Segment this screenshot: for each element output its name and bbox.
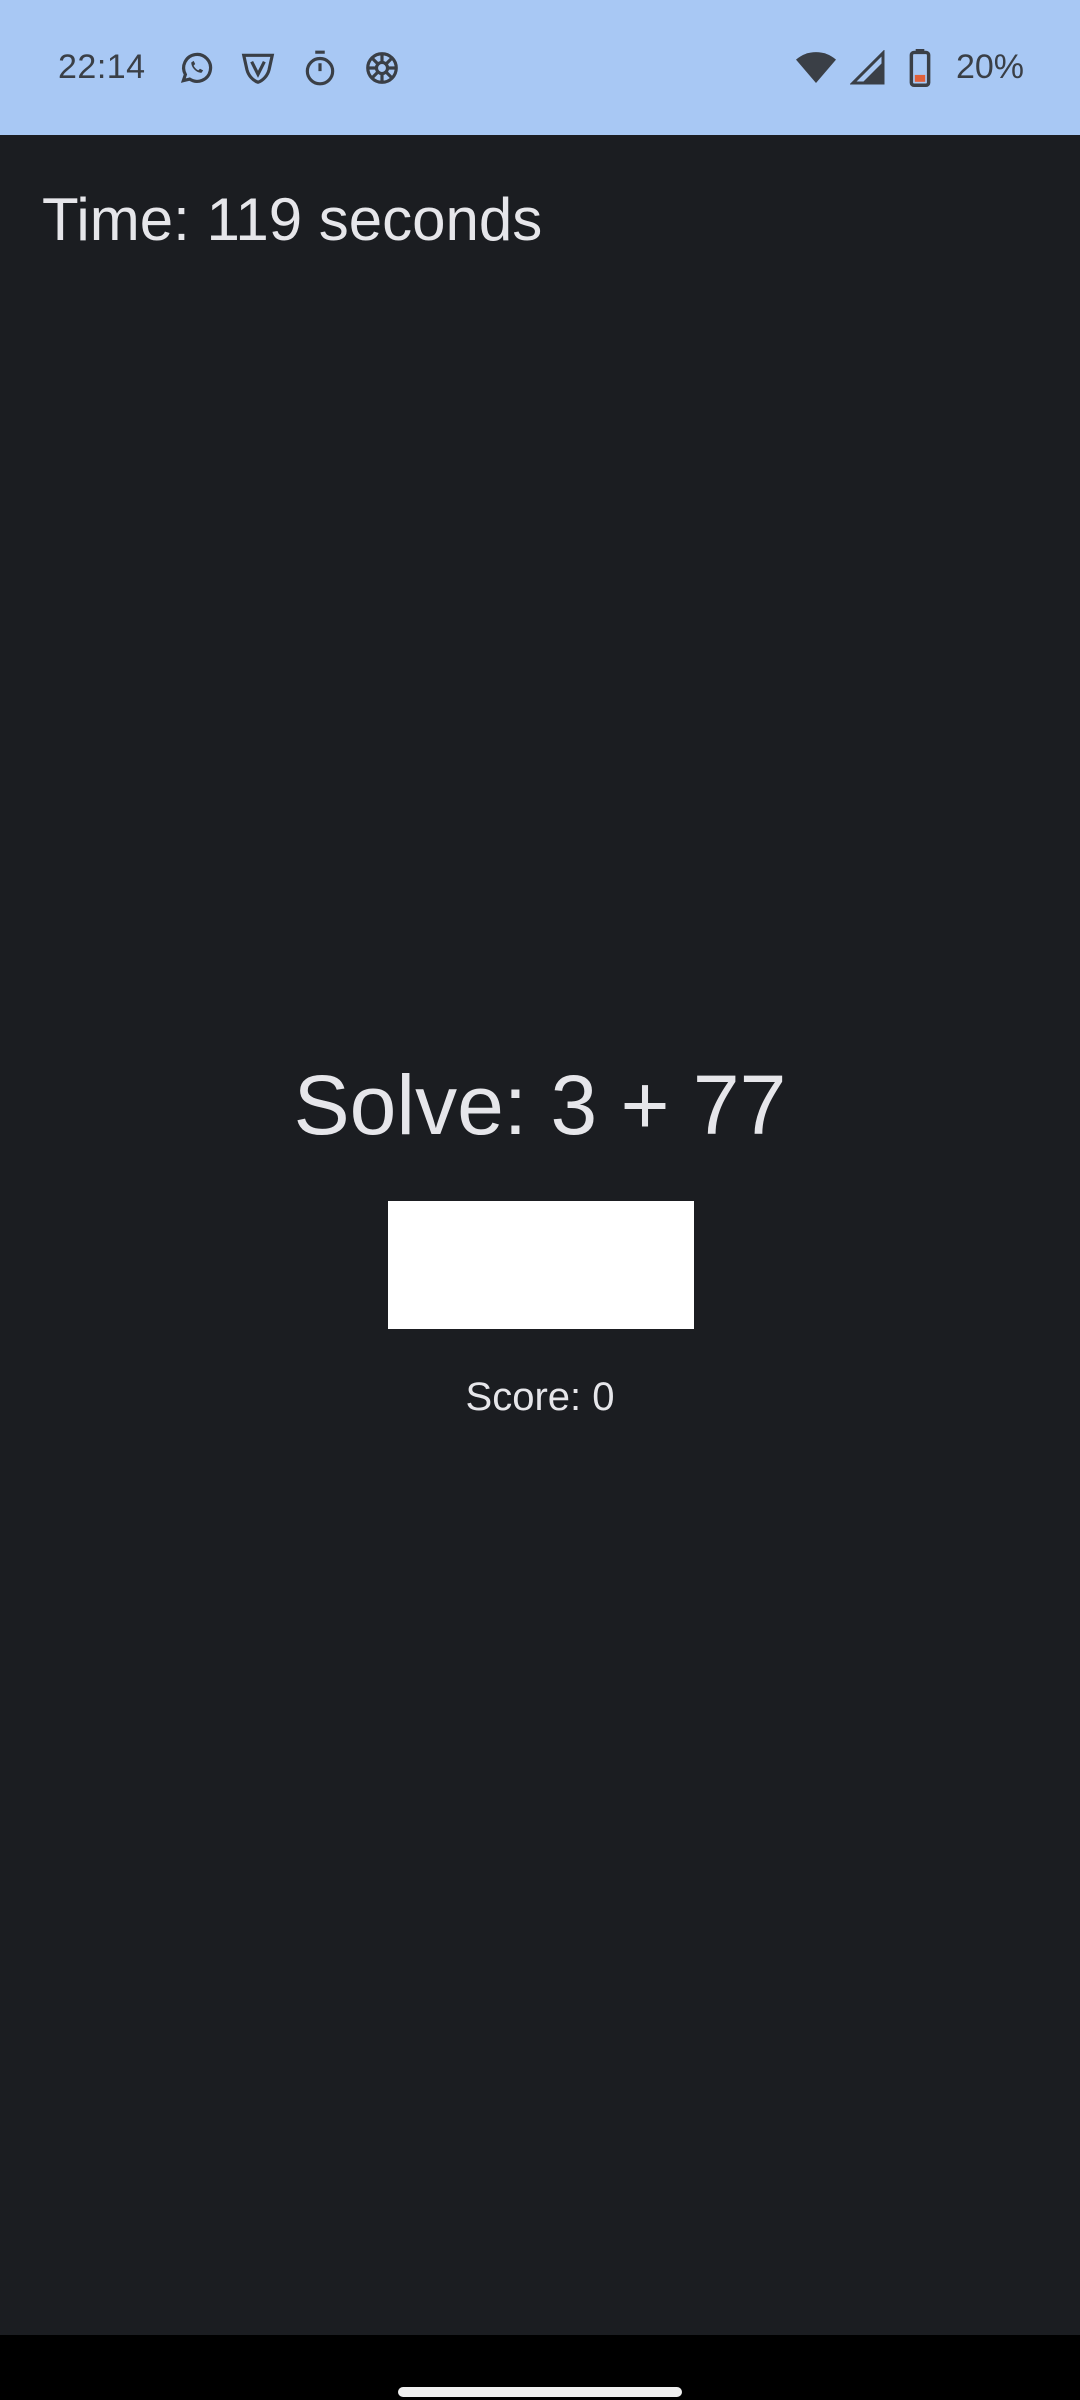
stopwatch-icon (300, 48, 340, 88)
shield-vpn-icon (238, 48, 278, 88)
whatsapp-icon (176, 48, 216, 88)
timer-label: Time: 119 seconds (42, 186, 543, 253)
battery-percent: 20% (955, 48, 1024, 86)
cell-signal-icon (848, 48, 888, 88)
status-bar: 22:14 20% (0, 0, 1080, 135)
game-screen: Time: 119 seconds Solve: 3 + 77 Score: 0 (0, 135, 1080, 2335)
status-bar-right: 20% (795, 48, 1024, 88)
battery-icon (900, 48, 940, 88)
home-gesture-handle[interactable] (398, 2387, 682, 2397)
wifi-icon (795, 48, 836, 88)
score-label: Score: 0 (465, 1375, 615, 1419)
answer-input[interactable] (388, 1201, 694, 1329)
status-time: 22:14 (58, 48, 146, 86)
math-problem: Solve: 3 + 77 (293, 1058, 787, 1152)
aperture-icon (362, 48, 402, 88)
status-bar-left: 22:14 (58, 48, 796, 88)
